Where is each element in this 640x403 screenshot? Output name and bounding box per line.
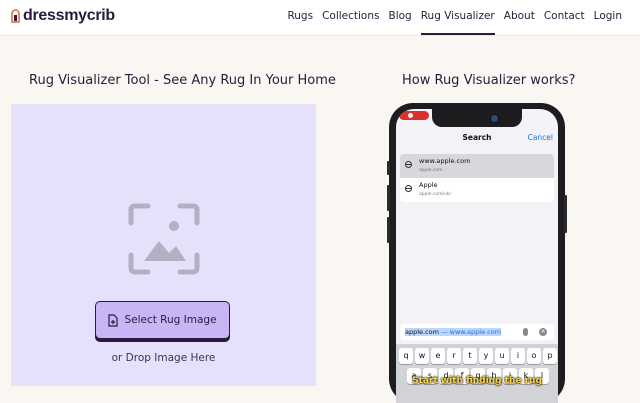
nav-rug-visualizer[interactable]: Rug Visualizer: [420, 0, 495, 35]
microphone-icon: [523, 328, 528, 336]
nav-rugs[interactable]: Rugs: [287, 0, 313, 35]
main-nav: Rugs Collections Blog Rug Visualizer Abo…: [287, 0, 622, 35]
phone-keyboard: qwertyuiop asdfghjkl: [396, 344, 558, 403]
key-w: w: [415, 348, 429, 364]
file-add-icon: [108, 313, 119, 327]
select-rug-image-label: Select Rug Image: [124, 314, 217, 326]
key-i: i: [511, 348, 525, 364]
phone-notch: [432, 109, 522, 127]
logo-text: dressmycrib: [23, 7, 115, 24]
demo-caption: Start with finding the rug: [412, 376, 542, 386]
clear-icon: ×: [539, 328, 547, 336]
key-q: q: [399, 348, 413, 364]
phone-url-text: apple.com — www.apple.com: [405, 328, 502, 336]
phone-url-bar: apple.com — www.apple.com ×: [400, 324, 554, 340]
phone-cancel-link: Cancel: [527, 133, 553, 142]
result-title: www.apple.com: [419, 157, 471, 165]
phone-search-results: www.apple.com apple.com Apple apple.com/…: [400, 154, 554, 202]
phone-screen: Search Cancel www.apple.com apple.com Ap…: [396, 109, 558, 403]
recording-indicator-icon: [399, 111, 429, 120]
how-it-works-title: How Rug Visualizer works?: [402, 73, 576, 88]
globe-icon: [405, 161, 412, 168]
image-placeholder-icon: [128, 203, 200, 275]
nav-contact[interactable]: Contact: [544, 0, 585, 35]
keyboard-row-1: qwertyuiop: [399, 348, 557, 364]
result-title: Apple: [419, 181, 438, 189]
nav-collections[interactable]: Collections: [322, 0, 379, 35]
key-t: t: [463, 348, 477, 364]
list-item: www.apple.com apple.com: [400, 154, 554, 178]
phone-demo: Search Cancel www.apple.com apple.com Ap…: [387, 103, 567, 403]
list-item: Apple apple.com/uk/: [400, 178, 554, 202]
key-u: u: [495, 348, 509, 364]
nav-blog[interactable]: Blog: [389, 0, 412, 35]
logo-mark-icon: [11, 9, 20, 23]
result-url: apple.com: [419, 168, 443, 173]
phone-side-button: [387, 161, 390, 175]
key-r: r: [447, 348, 461, 364]
phone-power-button: [564, 195, 567, 233]
result-url: apple.com/uk/: [419, 192, 452, 197]
key-p: p: [543, 348, 557, 364]
camera-icon: [490, 114, 499, 123]
url-typed-text: apple.com: [405, 328, 439, 336]
nav-login[interactable]: Login: [594, 0, 622, 35]
nav-about[interactable]: About: [504, 0, 535, 35]
globe-icon: [405, 185, 412, 192]
tool-title: Rug Visualizer Tool - See Any Rug In You…: [29, 73, 336, 88]
site-logo[interactable]: dressmycrib: [11, 7, 115, 25]
key-e: e: [431, 348, 445, 364]
key-o: o: [527, 348, 541, 364]
phone-volume-up-button: [387, 185, 390, 211]
key-y: y: [479, 348, 493, 364]
drop-image-hint: or Drop Image Here: [111, 352, 216, 364]
select-rug-image-button[interactable]: Select Rug Image: [95, 301, 230, 339]
site-header: dressmycrib Rugs Collections Blog Rug Vi…: [0, 0, 640, 36]
phone-volume-down-button: [387, 217, 390, 243]
upload-dropzone[interactable]: Select Rug Image or Drop Image Here: [11, 104, 316, 386]
url-autocomplete-text: — www.apple.com: [439, 328, 502, 336]
